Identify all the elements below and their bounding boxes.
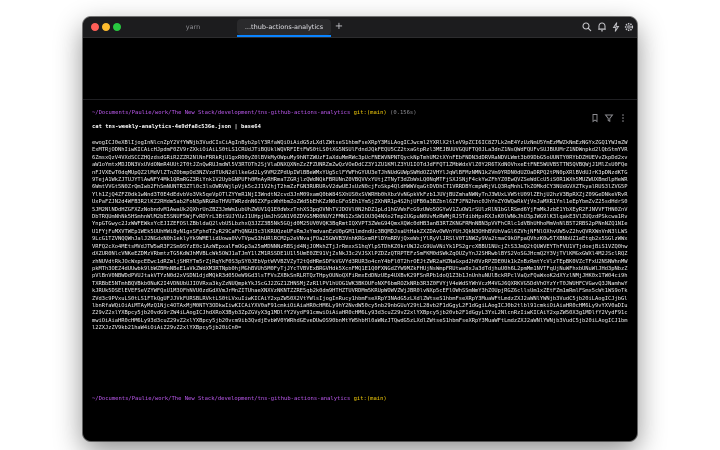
filter-icon[interactable] [604,108,614,123]
bolt-icon[interactable] [610,21,622,33]
command-text: cat tns-weekly-analytics-4e9dfa8c536e.js… [92,124,261,130]
title-bar: yarn ...thub-actions-analytics + [83,17,637,38]
command-duration: (0.156s) [390,110,417,116]
minimize-window-button[interactable] [102,23,110,31]
search-icon[interactable] [581,21,593,33]
working-directory: ~/Documents/Paulie/work/The New Stack/de… [92,110,351,116]
bookmark-icon[interactable] [590,108,600,123]
zoom-window-button[interactable] [113,23,121,31]
prompt-line: ~/Documents/Paulie/work/The New Stack/de… [92,110,417,118]
terminal-window: yarn ...thub-actions-analytics + ~/Docum… [83,17,637,441]
git-branch: git:(main) [353,110,387,116]
command-output: ewogICJ0eXBlIjogInNlcnZpY2VfYWNjb3VudCIs… [92,140,628,332]
new-tab-button[interactable]: + [332,20,346,34]
git-branch: git:(main) [353,396,387,402]
tab-yarn[interactable]: yarn [155,19,231,35]
active-tab-indicator [237,35,331,37]
close-window-button[interactable] [91,23,99,31]
active-prompt-line[interactable]: ~/Documents/Paulie/work/The New Stack/de… [92,396,387,404]
working-directory: ~/Documents/Paulie/work/The New Stack/de… [92,396,351,402]
bell-icon[interactable] [596,21,608,33]
block-divider [83,99,637,100]
gear-icon[interactable] [623,21,635,33]
more-icon[interactable] [618,108,628,122]
tab-analytics[interactable]: ...thub-actions-analytics [237,19,331,35]
